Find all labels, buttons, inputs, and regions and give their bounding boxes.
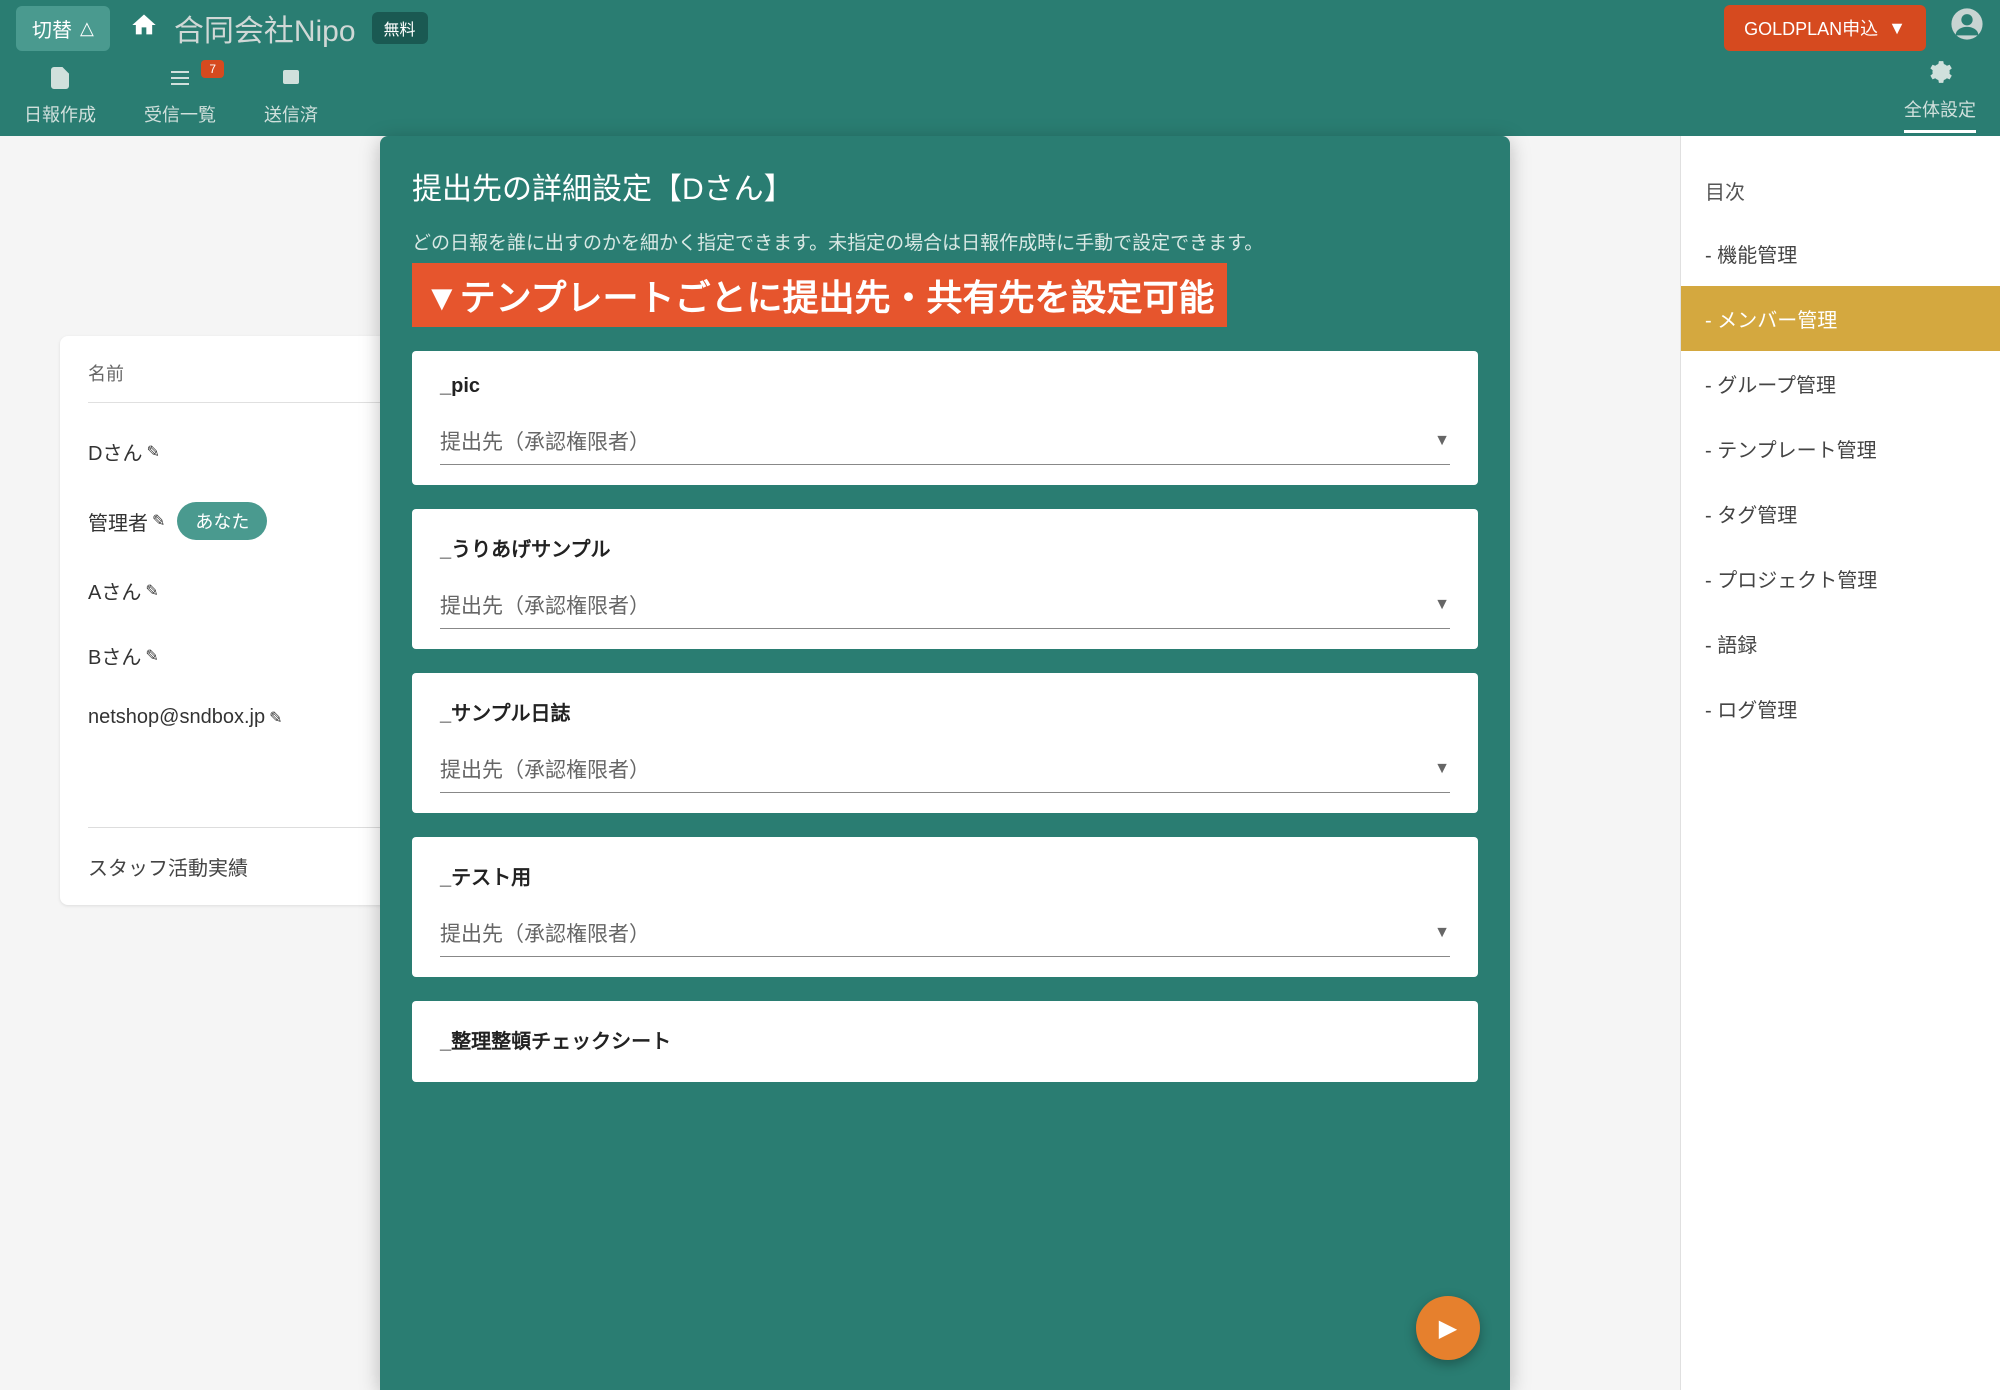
edit-icon[interactable]: ✎ xyxy=(146,442,159,462)
edit-icon[interactable]: ✎ xyxy=(145,646,158,666)
recipient-select[interactable]: 提出先（承認権限者） ▼ xyxy=(440,418,1450,465)
recipient-select[interactable]: 提出先（承認権限者） ▼ xyxy=(440,582,1450,629)
list-icon xyxy=(168,66,192,97)
member-row[interactable]: 管理者 ✎ あなた xyxy=(88,484,412,558)
toc-item-members[interactable]: - メンバー管理 xyxy=(1681,286,2000,351)
gear-icon xyxy=(1927,59,1953,92)
template-card: _pic 提出先（承認権限者） ▼ xyxy=(412,351,1478,485)
template-card: _サンプル日誌 提出先（承認権限者） ▼ xyxy=(412,673,1478,813)
company-name: 合同会社Nipo xyxy=(174,6,356,50)
toc-item-functions[interactable]: - 機能管理 xyxy=(1681,221,2000,286)
template-name: _うりあげサンプル xyxy=(440,533,1450,562)
recipient-select[interactable]: 提出先（承認権限者） ▼ xyxy=(440,910,1450,957)
edit-icon[interactable]: ✎ xyxy=(269,708,282,728)
create-icon xyxy=(48,66,72,97)
toc-sidebar: 目次 - 機能管理 - メンバー管理 - グループ管理 - テンプレート管理 -… xyxy=(1680,136,2000,1390)
toc-item-glossary[interactable]: - 語録 xyxy=(1681,611,2000,676)
you-badge: あなた xyxy=(177,502,267,540)
content-left: 名前 Dさん ✎ 管理者 ✎ あなた Aさん ✎ Bさん ✎ xyxy=(0,136,1680,1390)
nav-inbox[interactable]: 7 受信一覧 xyxy=(144,66,216,127)
chevron-down-icon: ▼ xyxy=(1434,760,1450,778)
member-list-header: 名前 xyxy=(88,360,412,403)
settings-modal: 提出先の詳細設定【Dさん】 どの日報を誰に出すのかを細かく指定できます。未指定の… xyxy=(380,136,1510,1390)
account-icon[interactable] xyxy=(1950,7,1984,49)
free-badge: 無料 xyxy=(372,12,428,44)
main-content: 名前 Dさん ✎ 管理者 ✎ あなた Aさん ✎ Bさん ✎ xyxy=(0,136,2000,1390)
template-name: _pic xyxy=(440,375,1450,398)
recipient-select[interactable]: 提出先（承認権限者） ▼ xyxy=(440,746,1450,793)
toc-item-templates[interactable]: - テンプレート管理 xyxy=(1681,416,2000,481)
template-name: _テスト用 xyxy=(440,861,1450,890)
template-name: _整理整頓チェックシート xyxy=(440,1025,1450,1054)
nav-create-report[interactable]: 日報作成 xyxy=(24,66,96,127)
nav-settings[interactable]: 全体設定 xyxy=(1904,59,1976,133)
edit-icon[interactable]: ✎ xyxy=(145,581,158,601)
modal-description: どの日報を誰に出すのかを細かく指定できます。未指定の場合は日報作成時に手動で設定… xyxy=(412,228,1478,255)
switch-label: 切替 xyxy=(32,14,72,43)
sent-icon xyxy=(279,66,303,97)
nav-row: 日報作成 7 受信一覧 送信済 全体設定 xyxy=(0,56,2000,136)
app-root: 切替 △ 合同会社Nipo 無料 GOLDPLAN申込 ▼ 日報作成 7 xyxy=(0,0,2000,1390)
chevron-down-icon: ▼ xyxy=(1434,924,1450,942)
toc-title: 目次 xyxy=(1681,160,2000,221)
template-card: _整理整頓チェックシート xyxy=(412,1001,1478,1082)
modal-title: 提出先の詳細設定【Dさん】 xyxy=(412,164,1478,208)
fab-button[interactable]: ▶ xyxy=(1416,1296,1480,1360)
chevron-down-icon: ▼ xyxy=(1434,596,1450,614)
triangle-icon: △ xyxy=(80,18,94,39)
modal-banner: ▼テンプレートごとに提出先・共有先を設定可能 xyxy=(412,263,1227,327)
member-row[interactable]: Aさん ✎ xyxy=(88,558,412,623)
gold-plan-button[interactable]: GOLDPLAN申込 ▼ xyxy=(1724,5,1926,51)
staff-activity-label: スタッフ活動実績 xyxy=(88,827,412,881)
toc-item-tags[interactable]: - タグ管理 xyxy=(1681,481,2000,546)
nav-sent[interactable]: 送信済 xyxy=(264,66,318,127)
play-icon: ▶ xyxy=(1439,1314,1457,1343)
toc-item-projects[interactable]: - プロジェクト管理 xyxy=(1681,546,2000,611)
member-row[interactable]: netshop@sndbox.jp ✎ xyxy=(88,688,412,747)
chevron-down-icon: ▼ xyxy=(1888,18,1906,39)
chevron-down-icon: ▼ xyxy=(1434,432,1450,450)
toc-item-groups[interactable]: - グループ管理 xyxy=(1681,351,2000,416)
switch-button[interactable]: 切替 △ xyxy=(16,6,110,51)
toc-item-logs[interactable]: - ログ管理 xyxy=(1681,676,2000,741)
member-row[interactable]: Dさん ✎ xyxy=(88,419,412,484)
member-row[interactable]: Bさん ✎ xyxy=(88,623,412,688)
app-header: 切替 △ 合同会社Nipo 無料 GOLDPLAN申込 ▼ xyxy=(0,0,2000,56)
inbox-badge: 7 xyxy=(201,60,224,78)
home-icon[interactable] xyxy=(130,11,158,46)
template-name: _サンプル日誌 xyxy=(440,697,1450,726)
edit-icon[interactable]: ✎ xyxy=(152,511,165,531)
template-card: _テスト用 提出先（承認権限者） ▼ xyxy=(412,837,1478,977)
template-card: _うりあげサンプル 提出先（承認権限者） ▼ xyxy=(412,509,1478,649)
